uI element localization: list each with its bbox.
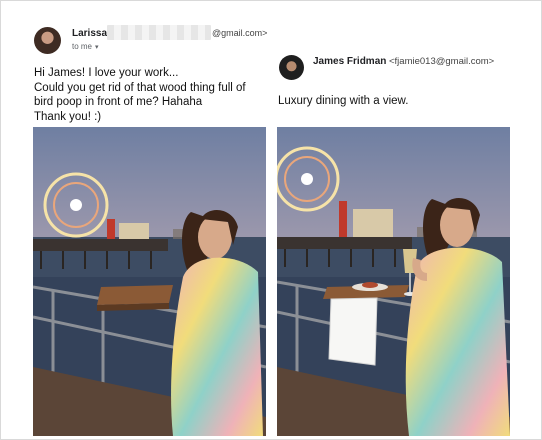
request-message: Hi James! I love your work... Could you … [34,66,264,124]
reply-message: Luxury dining with a view. [278,95,409,107]
message-line: Could you get rid of that wood thing ful… [34,81,246,94]
sender-email-tail: @gmail.com> [212,28,268,38]
sender-name: Larissa [72,28,108,39]
reply-sender-avatar [279,55,304,80]
recipient-label: to me [72,42,93,51]
message-line: bird poop in front of me? Hahaha [34,96,203,108]
reply-sender-name: James Fridman [313,56,387,67]
recipient-toggle[interactable]: to me ▾ [72,42,99,51]
sender-avatar [34,27,61,54]
reply-sender-email: <fjamie013@gmail.com> [389,56,495,67]
message-line: Thank you! :) [34,110,102,123]
original-photo [33,127,266,436]
redacted-email-block [107,25,211,40]
message-line: Hi James! I love your work... [34,67,179,79]
edited-photo [277,127,510,436]
chevron-down-icon[interactable]: ▾ [95,43,99,51]
